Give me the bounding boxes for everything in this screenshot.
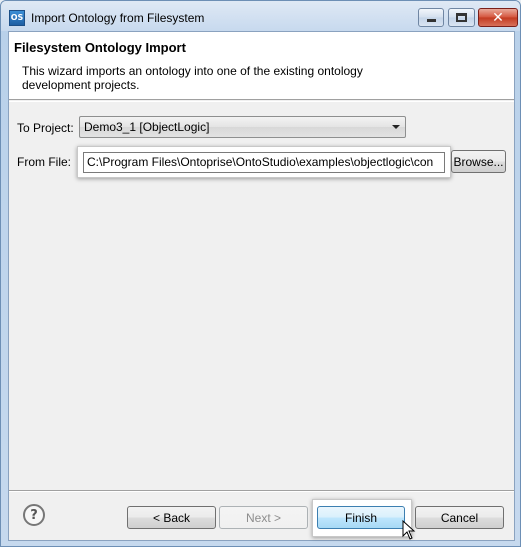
from-file-label: From File: <box>17 155 71 169</box>
ontostudio-app-icon: OS <box>9 10 25 26</box>
file-input-highlight: C:\Program Files\Ontoprise\OntoStudio\ex… <box>77 146 451 178</box>
maximize-button[interactable] <box>448 8 475 27</box>
import-ontology-dialog: OS Import Ontology from Filesystem ✕ Fil… <box>0 0 521 547</box>
help-icon[interactable]: ? <box>23 504 45 526</box>
mouse-cursor-icon <box>402 520 416 540</box>
to-project-label: To Project: <box>17 121 74 135</box>
dialog-client-area: Filesystem Ontology Import This wizard i… <box>8 31 515 541</box>
close-icon: ✕ <box>492 9 504 26</box>
wizard-title: Filesystem Ontology Import <box>14 40 186 55</box>
cancel-button[interactable]: Cancel <box>415 506 504 529</box>
wizard-description: This wizard imports an ontology into one… <box>22 64 363 92</box>
next-button[interactable]: Next > <box>219 506 308 529</box>
chevron-down-icon <box>392 125 400 129</box>
back-button[interactable]: < Back <box>127 506 216 529</box>
close-button[interactable]: ✕ <box>478 8 518 27</box>
finish-button[interactable]: Finish <box>317 506 405 529</box>
project-dropdown[interactable]: Demo3_1 [ObjectLogic] <box>79 116 406 138</box>
minimize-button[interactable] <box>418 8 444 27</box>
footer-divider-highlight <box>9 491 514 492</box>
browse-button[interactable]: Browse... <box>451 150 506 173</box>
maximize-icon <box>456 13 467 22</box>
minimize-icon <box>426 19 436 22</box>
project-dropdown-value: Demo3_1 [ObjectLogic] <box>84 120 210 134</box>
file-path-input[interactable]: C:\Program Files\Ontoprise\OntoStudio\ex… <box>83 152 445 173</box>
window-title: Import Ontology from Filesystem <box>31 11 205 25</box>
header-divider <box>9 101 514 102</box>
wizard-header: Filesystem Ontology Import This wizard i… <box>9 32 514 100</box>
title-bar[interactable]: OS Import Ontology from Filesystem ✕ <box>1 1 520 31</box>
